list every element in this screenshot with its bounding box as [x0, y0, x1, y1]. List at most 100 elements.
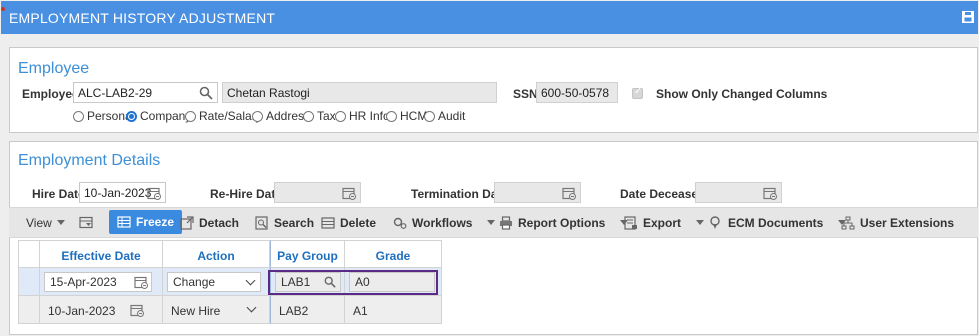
radio-button[interactable] [303, 110, 314, 122]
calendar-icon[interactable] [562, 186, 576, 200]
chevron-down-icon [246, 302, 257, 313]
calendar-icon[interactable] [134, 275, 148, 289]
print-icon [500, 215, 512, 230]
row-selector-header [18, 240, 40, 268]
workflows-icon [393, 217, 407, 229]
export-icon [624, 215, 637, 230]
radio-label: Tax [317, 109, 336, 123]
termination-date-field[interactable] [494, 182, 581, 203]
column-header-grade[interactable]: Grade [345, 240, 442, 268]
grid-toolbar: View Freeze Detach Search Delete Workflo… [9, 207, 978, 238]
chevron-down-icon [696, 220, 705, 225]
date-deceased-label: Date Deceased [620, 187, 706, 201]
radio-button[interactable] [126, 110, 137, 122]
ecm-documents-label: ECM Documents [728, 215, 824, 230]
freeze-label: Freeze [136, 215, 175, 229]
action-value: Change [173, 275, 216, 289]
calendar-icon[interactable] [763, 186, 777, 200]
hierarchy-icon [841, 216, 855, 229]
employee-name-field: Chetan Rastogi [222, 82, 497, 103]
action-cell[interactable]: Change [163, 268, 270, 296]
effective-date-value: 15-Apr-2023 [50, 275, 117, 289]
calendar-icon[interactable] [130, 303, 144, 317]
employee-heading: Employee [18, 60, 90, 77]
hire-date-field[interactable]: 10-Jan-2023 [79, 182, 166, 203]
workflows-menu[interactable]: Workflows [393, 208, 496, 237]
employee-value: ALC-LAB2-29 [78, 86, 153, 100]
window-title: EMPLOYMENT HISTORY ADJUSTMENT [9, 10, 276, 26]
radio-label: Audit [438, 109, 466, 123]
freeze-button[interactable]: Freeze [109, 210, 183, 234]
radio-company[interactable]: Company [126, 109, 191, 123]
hire-date-value: 10-Jan-2023 [84, 186, 152, 200]
radio-address[interactable]: Address [252, 109, 310, 123]
calendar-icon[interactable] [147, 186, 161, 200]
show-changed-label: Show Only Changed Columns [656, 87, 828, 101]
filter-button[interactable] [79, 208, 93, 237]
search-icon[interactable] [199, 86, 213, 100]
ssn-field: 600-50-0578 [536, 82, 618, 103]
filter-icon [79, 216, 93, 228]
radio-button[interactable] [185, 110, 196, 122]
ssn-label: SSN [513, 87, 538, 101]
radio-button[interactable] [424, 110, 435, 122]
row-selector[interactable] [18, 296, 40, 324]
highlight-box [268, 270, 438, 295]
report-options-menu[interactable]: Report Options [499, 208, 629, 237]
date-deceased-field[interactable] [695, 182, 782, 203]
effective-date-input[interactable]: 15-Apr-2023 [44, 272, 152, 292]
action-cell[interactable]: New Hire [163, 296, 270, 324]
grade-cell[interactable]: A1 [345, 296, 442, 324]
detach-label: Detach [199, 215, 240, 230]
column-header-action[interactable]: Action [163, 240, 270, 268]
effective-date-cell[interactable]: 10-Jan-2023 [40, 296, 163, 324]
rehire-date-field[interactable] [274, 182, 361, 203]
search-button[interactable]: Search [255, 208, 314, 237]
radio-rate-salary[interactable]: Rate/Salary [185, 109, 262, 123]
window-marker [1, 7, 5, 11]
radio-hcm[interactable]: HCM [386, 109, 427, 123]
radio-audit[interactable]: Audit [424, 109, 465, 123]
rehire-date-label: Re-Hire Date [210, 187, 283, 201]
row-selector[interactable] [18, 268, 40, 296]
delete-button[interactable]: Delete [321, 208, 376, 237]
view-label: View [26, 215, 52, 230]
radio-tax[interactable]: Tax [303, 109, 336, 123]
document-pin-icon [710, 215, 720, 229]
ssn-value: 600-50-0578 [541, 86, 610, 100]
view-menu[interactable]: View [26, 208, 65, 237]
search-label: Search [274, 215, 315, 230]
pay-group-value: LAB2 [279, 304, 309, 318]
effective-date-value: 10-Jan-2023 [48, 304, 116, 318]
effective-date-cell[interactable]: 15-Apr-2023 [40, 268, 163, 296]
employee-panel: Employee Employee ALC-LAB2-29 Chetan Ras… [9, 47, 978, 133]
chevron-down-icon [245, 275, 256, 286]
employee-field[interactable]: ALC-LAB2-29 [73, 82, 218, 103]
user-extensions-label: User Extensions [860, 215, 955, 230]
user-extensions-button[interactable]: User Extensions [841, 208, 954, 237]
radio-button[interactable] [335, 110, 346, 122]
employee-name-value: Chetan Rastogi [227, 86, 310, 100]
column-header-pay-group[interactable]: Pay Group [270, 240, 345, 268]
show-changed-checkbox[interactable] [632, 86, 643, 99]
employment-details-heading: Employment Details [18, 152, 161, 169]
delete-icon [321, 216, 335, 229]
workflows-label: Workflows [412, 215, 473, 230]
save-icon[interactable] [962, 11, 974, 23]
radio-button[interactable] [386, 110, 397, 122]
radio-button[interactable] [252, 110, 263, 122]
calendar-icon[interactable] [342, 186, 356, 200]
radio-button[interactable] [73, 110, 84, 122]
column-header-effective-date[interactable]: Effective Date [40, 240, 163, 268]
chevron-down-icon [56, 220, 65, 225]
radio-hr-info[interactable]: HR Info. [335, 109, 393, 123]
delete-label: Delete [340, 215, 377, 230]
search-icon [255, 215, 268, 230]
pay-group-cell[interactable]: LAB2 [270, 296, 345, 324]
detach-button[interactable]: Detach [180, 208, 239, 237]
grade-value: A1 [353, 304, 368, 318]
ecm-documents-menu[interactable]: ECM Documents [709, 208, 847, 237]
export-menu[interactable]: Export [624, 208, 705, 237]
action-select[interactable]: Change [167, 272, 261, 292]
hire-date-label: Hire Date [32, 187, 85, 201]
